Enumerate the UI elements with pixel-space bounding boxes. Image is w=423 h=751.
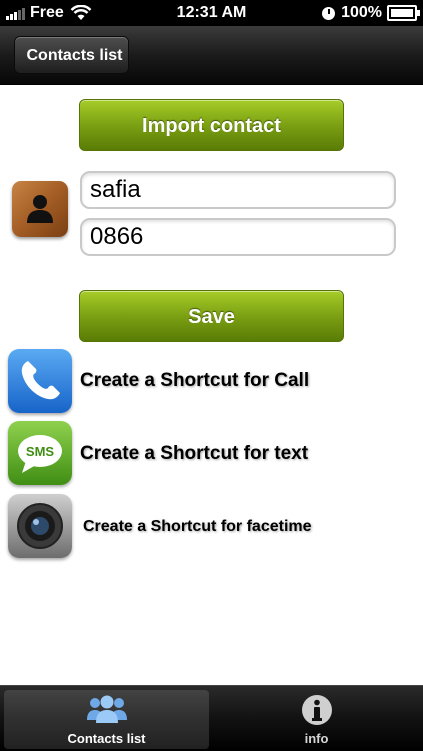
back-button-label: Contacts list [26, 47, 123, 64]
sms-icon-text: SMS [26, 444, 55, 459]
tab-contacts-list-label: Contacts list [67, 731, 146, 746]
sms-icon[interactable]: SMS [8, 421, 72, 485]
person-silhouette-icon [27, 195, 53, 223]
tab-bar: Contacts list info [0, 685, 423, 751]
call-shortcut-label[interactable]: Create a Shortcut for Call [80, 370, 309, 392]
info-icon [301, 695, 332, 725]
back-button-contacts-list[interactable]: Contacts list [14, 36, 129, 74]
battery-percent: 100% [341, 4, 382, 21]
contacts-icon [86, 695, 127, 723]
facetime-shortcut-label[interactable]: Create a Shortcut for facetime [83, 518, 312, 536]
alarm-clock-icon [322, 6, 336, 20]
contact-name-field[interactable] [80, 171, 396, 209]
status-right: 100% [322, 4, 420, 22]
save-button[interactable]: Save [79, 290, 344, 342]
import-contact-button[interactable]: Import contact [79, 99, 344, 151]
battery-icon [387, 5, 420, 21]
phone-handset-icon [21, 361, 61, 400]
status-bar: Free 12:31 AM 100% [0, 0, 423, 26]
sms-bubble-icon: SMS [18, 435, 62, 473]
tab-info-label: info [304, 731, 329, 746]
navigation-bar: Contacts list [0, 26, 423, 85]
tab-contacts-list[interactable]: Contacts list [4, 690, 209, 749]
tab-info[interactable]: info [214, 690, 419, 749]
contact-avatar[interactable] [12, 181, 68, 237]
camera-lens-icon [17, 503, 63, 549]
facetime-camera-icon[interactable] [8, 494, 72, 558]
text-shortcut-label[interactable]: Create a Shortcut for text [80, 443, 308, 465]
contact-phone-field[interactable] [80, 218, 396, 256]
phone-call-icon[interactable] [8, 349, 72, 413]
